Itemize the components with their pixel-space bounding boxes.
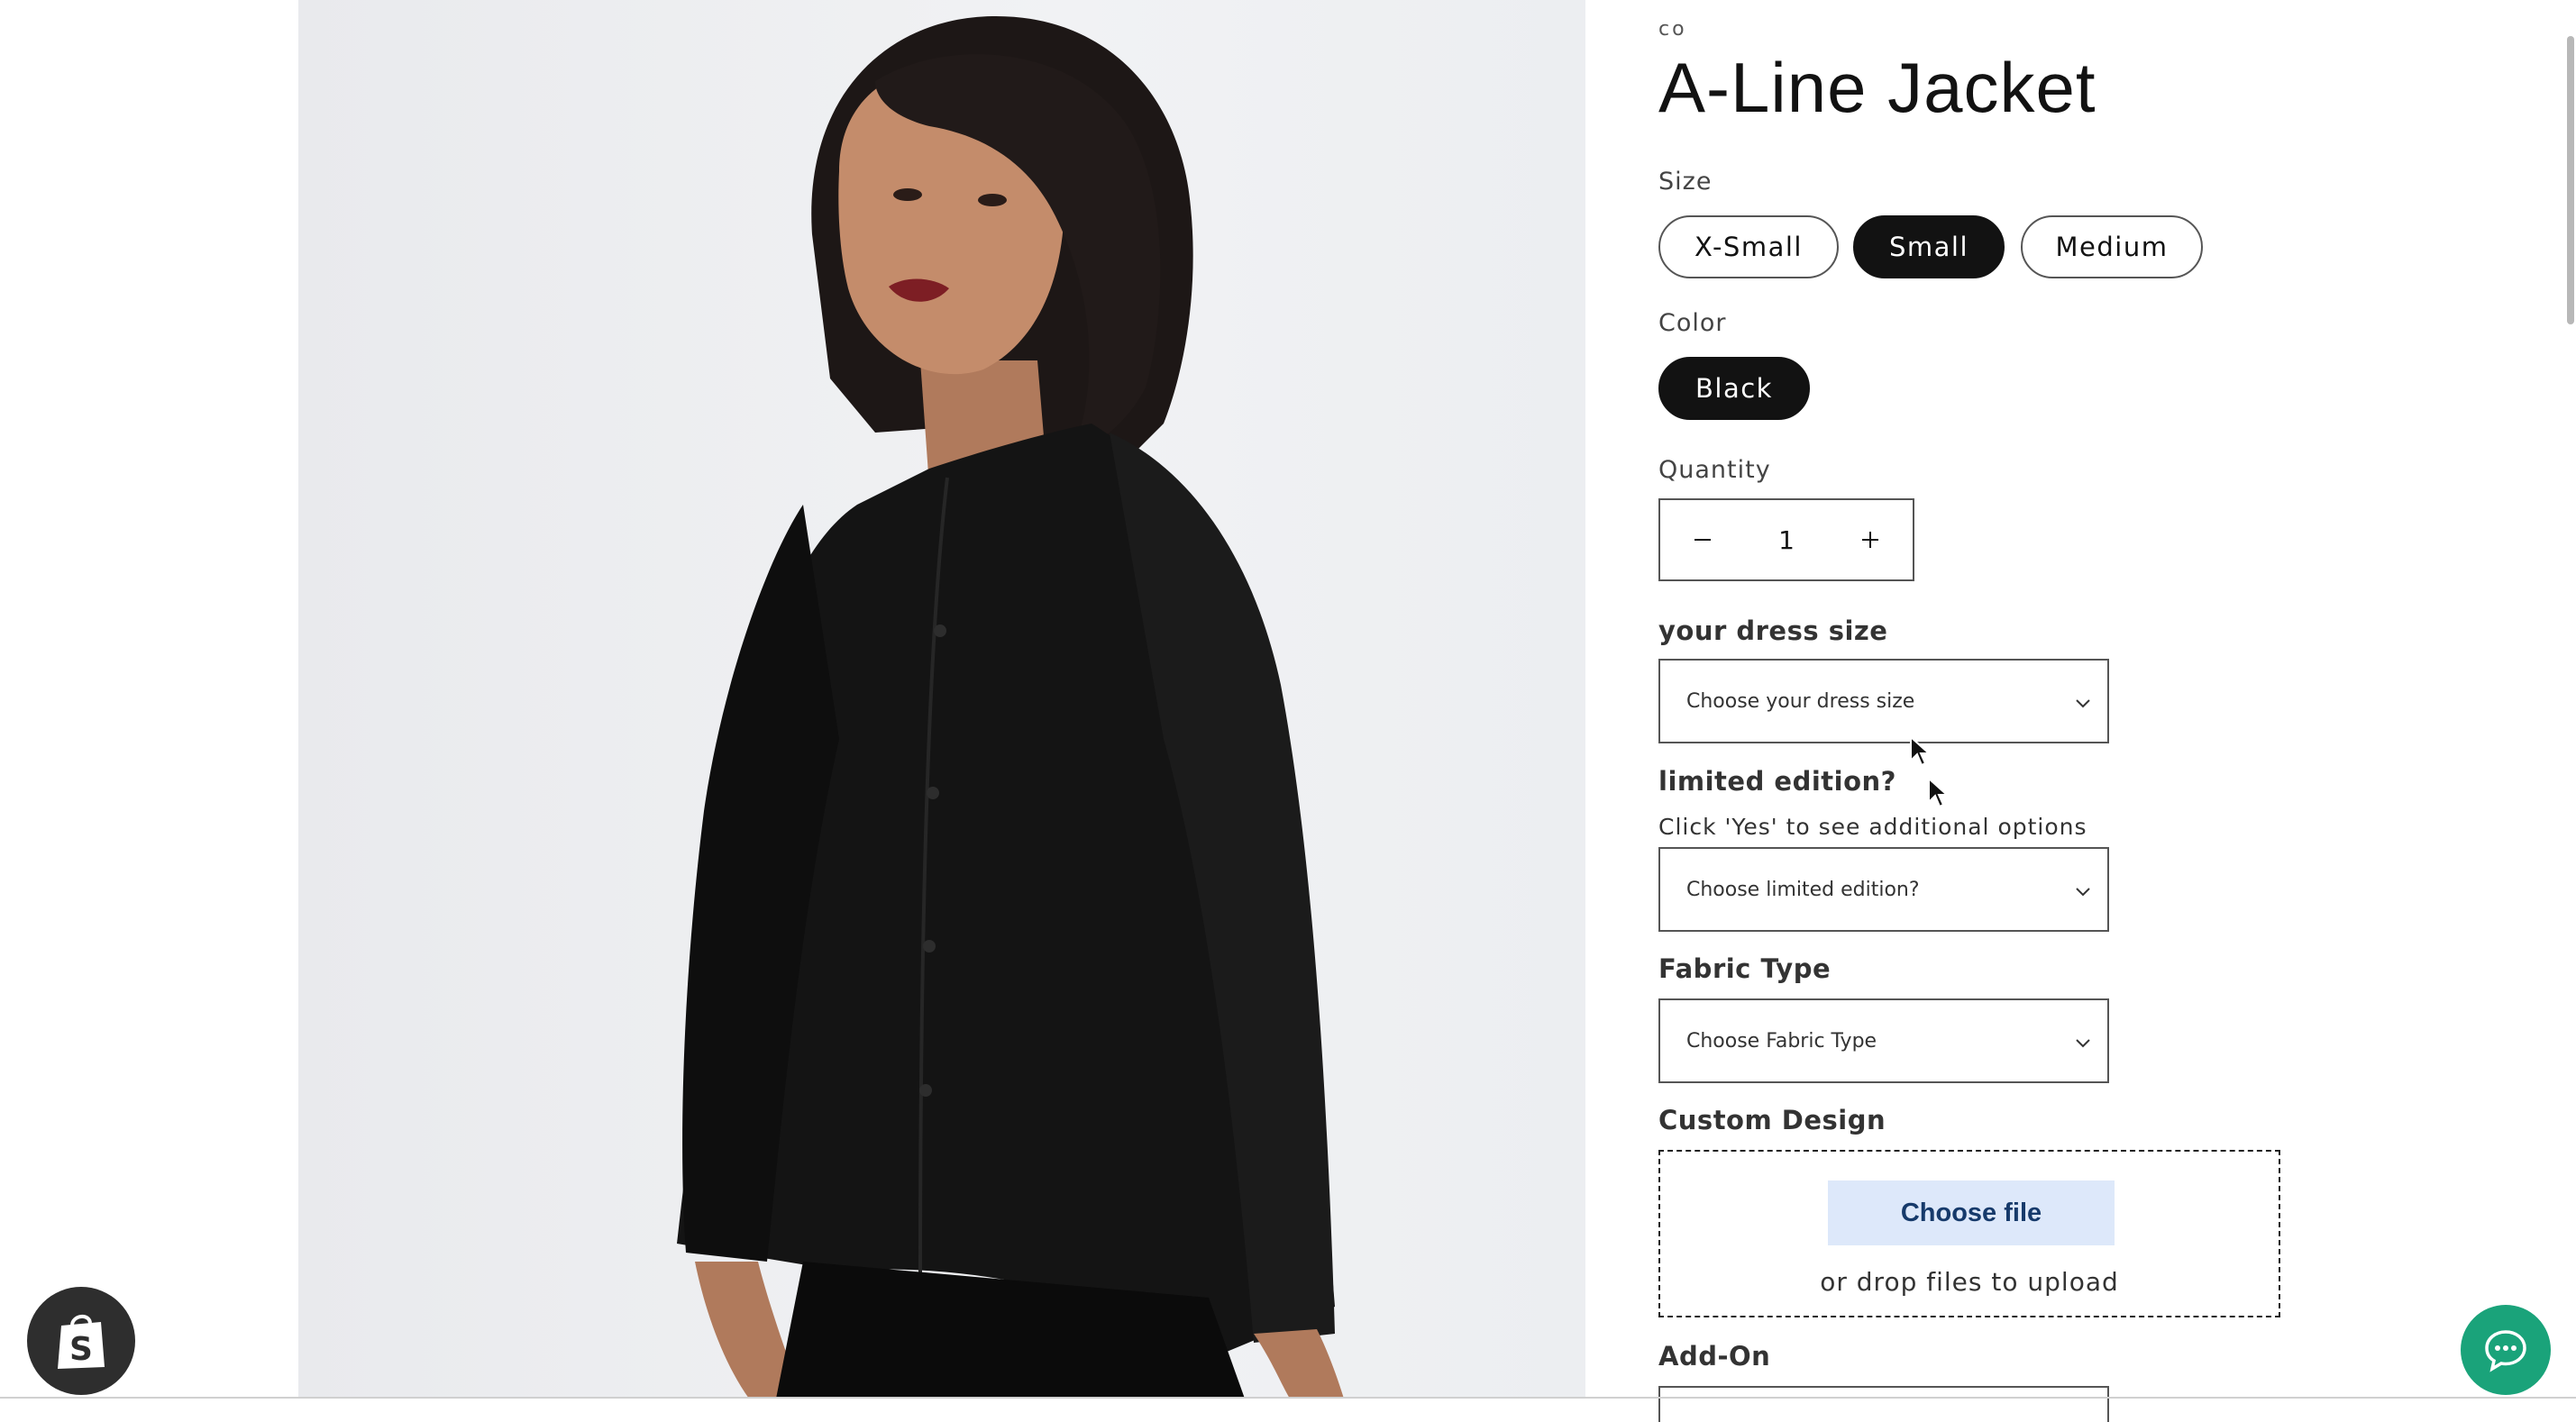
chat-bubble-icon xyxy=(2485,1330,2526,1372)
color-label: Color xyxy=(1658,309,1727,337)
quantity-increase-button[interactable] xyxy=(1828,500,1913,579)
mouse-cursor-icon xyxy=(1910,735,1932,767)
limited-edition-hint: Click 'Yes' to see additional options xyxy=(1658,814,2087,840)
shopify-badge-button[interactable]: S xyxy=(27,1287,135,1395)
custom-design-label: Custom Design xyxy=(1658,1105,1886,1135)
drop-files-text: or drop files to upload xyxy=(1820,1267,2119,1297)
size-option-small[interactable]: Small xyxy=(1853,215,2005,278)
model-photo xyxy=(298,0,1585,1399)
mouse-cursor-icon xyxy=(1928,777,1950,808)
dress-size-placeholder: Choose your dress size xyxy=(1686,689,1915,713)
quantity-value[interactable]: 1 xyxy=(1745,525,1828,555)
vendor-name: co xyxy=(1658,18,1687,41)
size-label: Size xyxy=(1658,168,1713,196)
limited-edition-placeholder: Choose limited edition? xyxy=(1686,878,1920,901)
fabric-type-label: Fabric Type xyxy=(1658,953,1832,984)
shopify-bag-icon: S xyxy=(58,1315,105,1369)
size-option-x-small[interactable]: X-Small xyxy=(1658,215,1839,278)
fabric-type-select[interactable]: Choose Fabric Type xyxy=(1658,998,2109,1083)
file-dropzone[interactable]: Choose file or drop files to upload xyxy=(1658,1150,2280,1317)
chevron-down-icon xyxy=(2076,888,2090,897)
quantity-stepper: 1 xyxy=(1658,498,1914,581)
product-info: co A-Line Jacket Size X-Small Small Medi… xyxy=(1658,0,2470,1422)
plus-icon xyxy=(1862,532,1878,548)
limited-edition-label: limited edition? xyxy=(1658,766,1896,797)
chat-button[interactable] xyxy=(2461,1305,2551,1395)
dress-size-select[interactable]: Choose your dress size xyxy=(1658,659,2109,743)
size-option-medium[interactable]: Medium xyxy=(2021,215,2203,278)
fabric-type-placeholder: Choose Fabric Type xyxy=(1686,1029,1877,1053)
product-image xyxy=(298,0,1585,1399)
chevron-down-icon xyxy=(2076,1039,2090,1048)
svg-text:S: S xyxy=(69,1331,93,1368)
chevron-down-icon xyxy=(2076,699,2090,708)
quantity-decrease-button[interactable] xyxy=(1660,500,1745,579)
minus-icon xyxy=(1694,539,1711,541)
add-on-select[interactable] xyxy=(1658,1386,2109,1422)
choose-file-button[interactable]: Choose file xyxy=(1828,1180,2115,1245)
add-on-label: Add-On xyxy=(1658,1341,1771,1372)
dress-size-label: your dress size xyxy=(1658,615,1888,646)
quantity-label: Quantity xyxy=(1658,456,1771,484)
page-scrollbar[interactable] xyxy=(2567,36,2574,324)
color-option-black[interactable]: Black xyxy=(1658,357,1810,420)
product-title: A-Line Jacket xyxy=(1658,48,2096,127)
limited-edition-select[interactable]: Choose limited edition? xyxy=(1658,847,2109,932)
